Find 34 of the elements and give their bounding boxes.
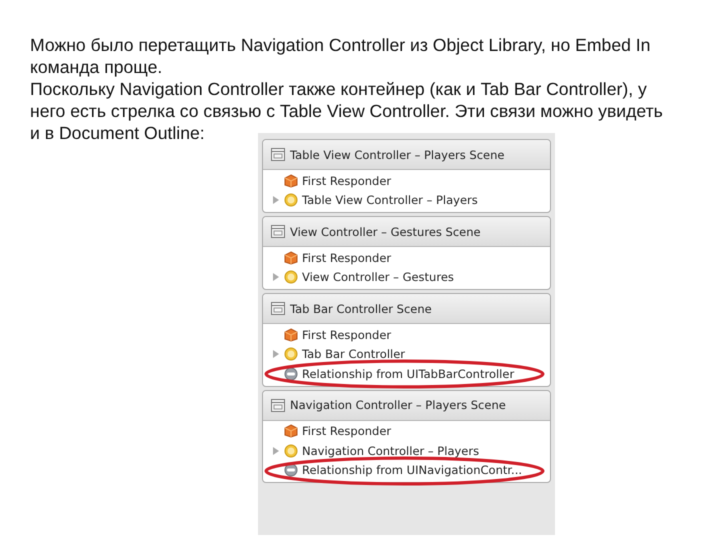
paragraph: Можно было перетащить Navigation Controller из Object Library, но Embed In команда проще. — [30, 34, 652, 78]
scene-icon — [271, 398, 285, 412]
outline-item[interactable]: First Responder — [302, 250, 392, 265]
outline-item[interactable]: Table View Controller – Players — [302, 193, 478, 208]
outline-item[interactable]: First Responder — [302, 174, 392, 188]
controller-icon — [284, 270, 298, 284]
controller-icon — [284, 444, 298, 458]
scene-header[interactable]: View Controller – Gestures Scene — [263, 217, 550, 247]
scene-header[interactable]: Navigation Controller – Players Scene — [263, 390, 550, 420]
scene-header[interactable]: Tab Bar Controller Scene — [263, 294, 550, 324]
cube-icon — [284, 250, 298, 265]
outline-item[interactable]: Navigation Controller – Players — [302, 444, 480, 458]
scene-icon — [271, 302, 285, 315]
outline-item[interactable]: View Controller – Gestures — [302, 270, 454, 284]
cube-icon — [284, 424, 298, 438]
disclosure-triangle-icon[interactable] — [272, 273, 280, 282]
scene-icon — [271, 148, 285, 161]
cube-icon — [284, 328, 298, 342]
disclosure-triangle-icon[interactable] — [272, 196, 280, 204]
controller-icon — [284, 193, 298, 208]
disclosure-triangle-icon[interactable] — [272, 446, 280, 455]
outline-item[interactable]: First Responder — [302, 328, 392, 342]
scene-title: Table View Controller – Players Scene — [290, 148, 504, 162]
cube-icon — [284, 174, 298, 188]
link-icon — [284, 366, 298, 381]
disclosure-triangle-icon[interactable] — [272, 350, 280, 358]
outline-item[interactable]: First Responder — [302, 424, 392, 438]
scene-icon — [271, 225, 285, 238]
controller-icon — [284, 347, 298, 362]
scene-header[interactable]: Table View Controller – Players Scene — [263, 140, 550, 170]
scene-title: Tab Bar Controller Scene — [290, 302, 432, 316]
scene-title: Navigation Controller – Players Scene — [290, 398, 506, 412]
scene-title: View Controller – Gestures Scene — [290, 224, 481, 238]
outline-item[interactable]: Tab Bar Controller — [302, 347, 406, 362]
